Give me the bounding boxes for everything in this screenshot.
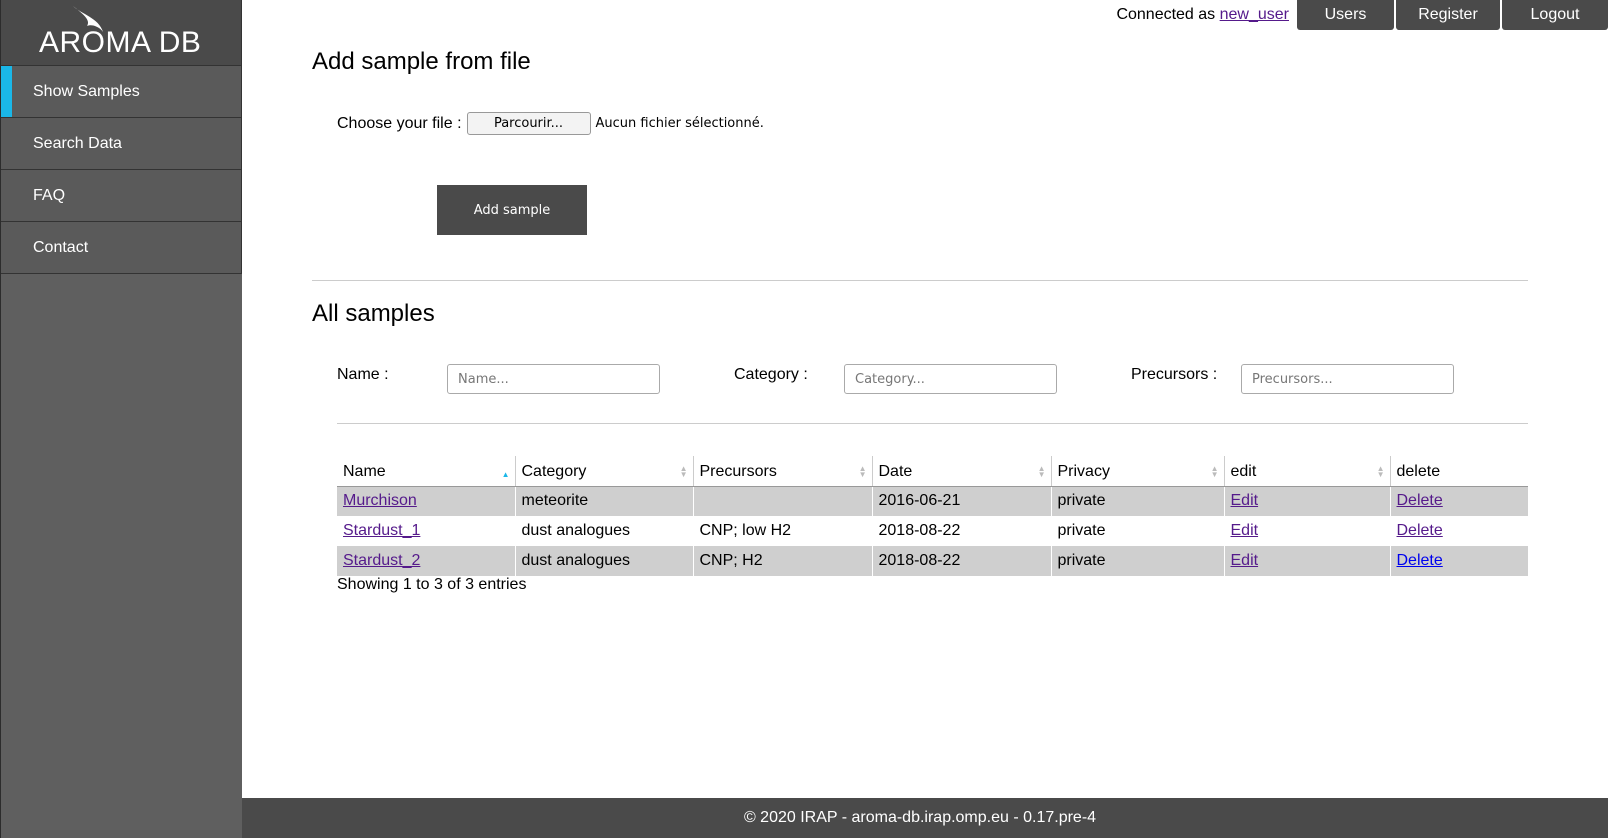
cell-privacy: private (1051, 516, 1225, 546)
sort-icon: ▲ ▼ (679, 463, 688, 479)
sort-icon: ▲ ▼ (1376, 463, 1385, 479)
delete-link[interactable]: Delete (1397, 552, 1443, 569)
cell-name: Stardust_1 (337, 516, 516, 546)
cell-category: dust analogues (515, 516, 694, 546)
column-header-date[interactable]: Date ▲ ▼ (872, 456, 1052, 487)
cell-delete: Delete (1390, 516, 1528, 546)
cell-precursors (693, 486, 873, 516)
sidebar-item-faq[interactable]: FAQ (1, 170, 242, 222)
table-row: Murchison meteorite 2016-06-21 private E… (337, 486, 1528, 516)
column-header-privacy[interactable]: Privacy ▲ ▼ (1051, 456, 1225, 487)
cell-date: 2016-06-21 (872, 486, 1052, 516)
all-samples-title: All samples (312, 300, 435, 327)
column-header-precursors[interactable]: Precursors ▲ ▼ (693, 456, 873, 487)
table-row: Stardust_2 dust analogues CNP; H2 2018-0… (337, 546, 1528, 576)
cell-date: 2018-08-22 (872, 516, 1052, 546)
column-header-delete: delete (1390, 456, 1528, 487)
sidebar-item-label: FAQ (33, 186, 66, 204)
cell-edit: Edit (1224, 546, 1391, 576)
category-filter-input[interactable]: Category... (844, 364, 1057, 394)
name-filter-label: Name : (337, 366, 389, 383)
cell-name: Stardust_2 (337, 546, 516, 576)
footer-text: © 2020 IRAP - aroma-db.irap.omp.eu - 0.1… (743, 809, 1097, 826)
edit-link[interactable]: Edit (1231, 552, 1259, 569)
cell-delete: Delete (1390, 486, 1528, 516)
table-row: Stardust_1 dust analogues CNP; low H2 20… (337, 516, 1528, 546)
table-header-row: Name ▲ Category ▲ ▼ Precursors ▲ ▼ Date ▲ ▼ Pri… (337, 456, 1528, 487)
cell-category: dust analogues (515, 546, 694, 576)
sort-icon: ▲ ▼ (858, 463, 867, 479)
sidebar: AROMA DB Show Samples Search Data FAQ Co… (0, 0, 242, 838)
file-chooser-row: Choose your file : Parcourir... Aucun fi… (337, 112, 764, 135)
connected-status: Connected as new_user (1116, 0, 1295, 30)
table-info: Showing 1 to 3 of 3 entries (337, 576, 527, 593)
cell-privacy: private (1051, 546, 1225, 576)
column-header-name[interactable]: Name ▲ (337, 456, 516, 487)
cell-precursors: CNP; H2 (693, 546, 873, 576)
users-button[interactable]: Users (1297, 0, 1394, 30)
sample-link[interactable]: Stardust_1 (343, 522, 420, 539)
browse-button[interactable]: Parcourir... (466, 112, 591, 135)
logo-text: AROMA DB (39, 26, 202, 59)
cell-edit: Edit (1224, 486, 1391, 516)
file-label: Choose your file : (337, 114, 462, 132)
sidebar-item-search-data[interactable]: Search Data (1, 118, 242, 170)
no-file-text: Aucun fichier sélectionné. (595, 116, 764, 131)
cell-category: meteorite (515, 486, 694, 516)
sort-icon: ▲ ▼ (1037, 463, 1046, 479)
cell-precursors: CNP; low H2 (693, 516, 873, 546)
category-filter-label: Category : (734, 366, 808, 383)
sidebar-item-label: Show Samples (33, 82, 140, 100)
add-sample-title: Add sample from file (312, 48, 531, 75)
cell-edit: Edit (1224, 516, 1391, 546)
column-header-edit[interactable]: edit ▲ ▼ (1224, 456, 1391, 487)
delete-link[interactable]: Delete (1397, 522, 1443, 539)
samples-table: Name ▲ Category ▲ ▼ Precursors ▲ ▼ Date ▲ ▼ Pri… (337, 456, 1528, 576)
register-button[interactable]: Register (1396, 0, 1500, 30)
connected-label: Connected as (1116, 6, 1216, 23)
edit-link[interactable]: Edit (1231, 522, 1259, 539)
precursors-filter-input[interactable]: Precursors... (1241, 364, 1454, 394)
cell-delete: Delete (1390, 546, 1528, 576)
section-divider (312, 280, 1528, 281)
cell-name: Murchison (337, 486, 516, 516)
sort-icon: ▲ ▼ (1210, 463, 1219, 479)
sample-link[interactable]: Murchison (343, 492, 417, 509)
sidebar-item-label: Contact (33, 238, 89, 256)
username-link[interactable]: new_user (1220, 6, 1289, 23)
logout-button[interactable]: Logout (1502, 0, 1608, 30)
column-header-category[interactable]: Category ▲ ▼ (515, 456, 694, 487)
footer: © 2020 IRAP - aroma-db.irap.omp.eu - 0.1… (242, 798, 1608, 838)
sidebar-item-show-samples[interactable]: Show Samples (1, 66, 242, 118)
cell-privacy: private (1051, 486, 1225, 516)
logo[interactable]: AROMA DB (1, 0, 242, 66)
sidebar-item-contact[interactable]: Contact (1, 222, 242, 274)
name-filter-input[interactable]: Name... (447, 364, 660, 394)
top-bar: Connected as new_user Users Register Log… (1116, 0, 1608, 30)
precursors-filter-label: Precursors : (1131, 366, 1218, 383)
cell-date: 2018-08-22 (872, 546, 1052, 576)
sample-link[interactable]: Stardust_2 (343, 552, 420, 569)
filter-divider (337, 423, 1528, 424)
add-sample-button[interactable]: Add sample (437, 185, 587, 235)
edit-link[interactable]: Edit (1231, 492, 1259, 509)
sort-asc-icon: ▲ (501, 469, 510, 479)
delete-link[interactable]: Delete (1397, 492, 1443, 509)
sidebar-item-label: Search Data (33, 134, 122, 152)
